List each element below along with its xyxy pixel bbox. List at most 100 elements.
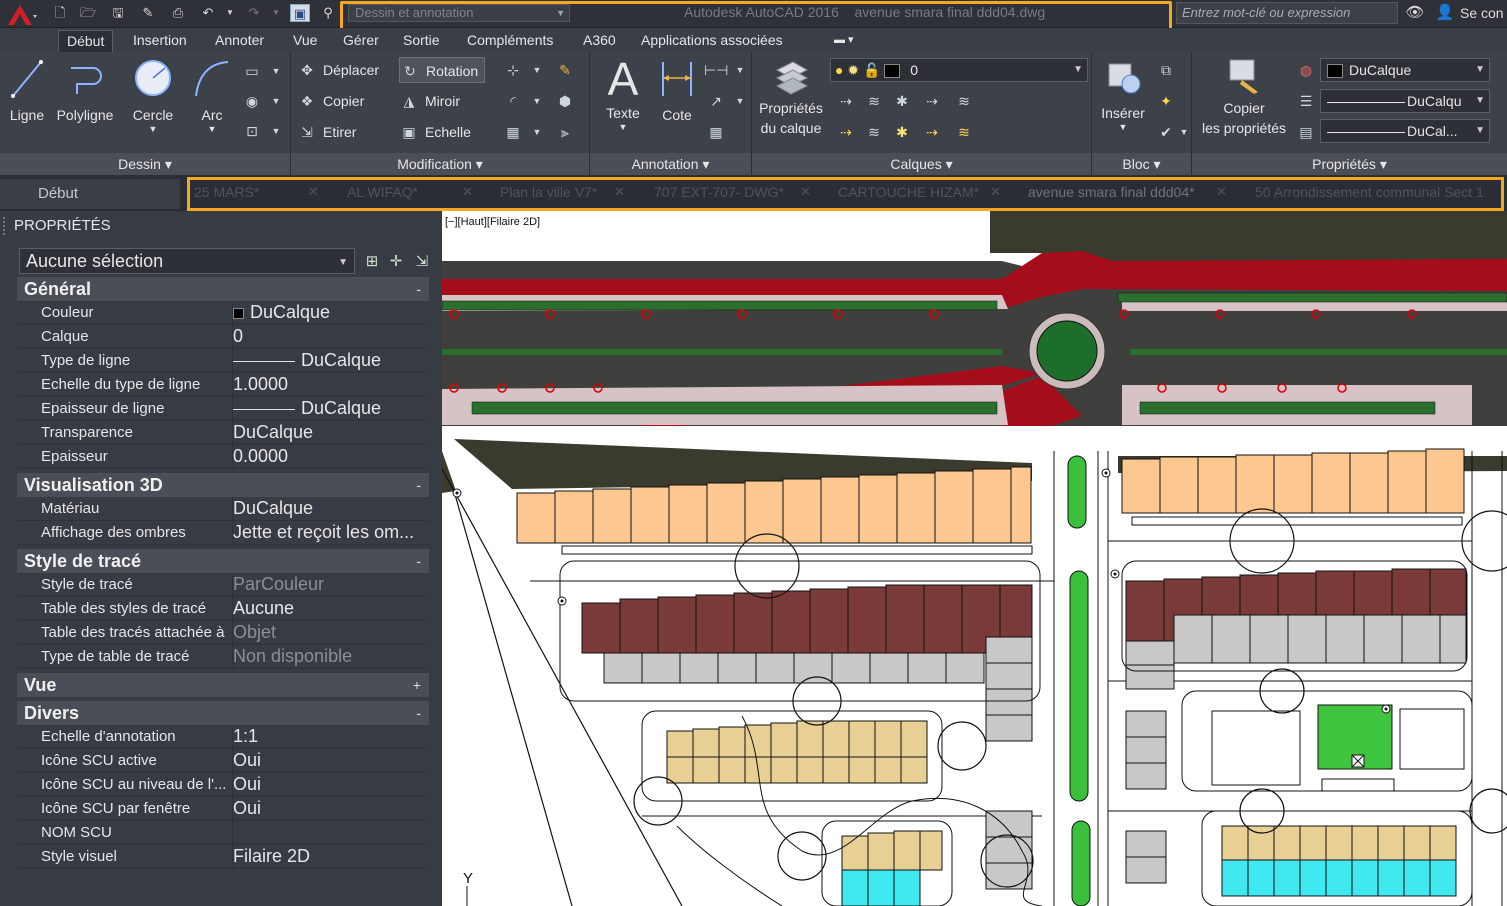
chevron-down-icon[interactable]: ▼ (598, 122, 648, 132)
undo-dropdown-icon[interactable]: ▼ (220, 4, 240, 22)
property-value[interactable]: 0.0000 (232, 445, 429, 468)
group-calques-label[interactable]: Calques ▾ (752, 153, 1091, 175)
linetype-icon[interactable]: ☰ (1294, 90, 1318, 112)
tab-debut[interactable]: Début (58, 30, 114, 52)
file-tab[interactable]: CARTOUCHE HIZAM* (838, 184, 979, 200)
file-tab[interactable]: Plan la ville V7* (500, 184, 597, 200)
property-row[interactable]: Style visuel Filaire 2D (17, 845, 429, 869)
layer-tool-7-icon[interactable]: ≋ (862, 121, 886, 143)
property-value[interactable]: Aucune (232, 597, 429, 620)
close-icon[interactable]: ✕ (800, 184, 811, 200)
group-modification-label[interactable]: Modification ▾ (291, 153, 589, 175)
file-tab-active[interactable]: avenue smara final ddd04* (1028, 184, 1195, 200)
property-value[interactable]: 0 (232, 325, 429, 348)
chevron-down-icon[interactable]: ▼ (264, 90, 288, 112)
property-value[interactable]: 1.0000 (232, 373, 429, 396)
line-button[interactable]: Ligne (4, 56, 50, 124)
property-row[interactable]: Icône SCU par fenêtre Oui (17, 797, 429, 821)
text-button[interactable]: A Texte ▼ (598, 54, 648, 132)
property-row[interactable]: Icône SCU au niveau de l'... Oui (17, 773, 429, 797)
hatch-icon[interactable]: ◉ (240, 90, 264, 112)
section-general[interactable]: Général - (17, 277, 429, 301)
ribbon-minimize-icon[interactable]: ▬ ▾ (826, 30, 862, 52)
layer-tool-1-icon[interactable]: ⇢ (834, 90, 858, 112)
property-row[interactable]: Echelle d'annotation 1:1 (17, 725, 429, 749)
property-row[interactable]: Affichage des ombres Jette et reçoit les … (17, 521, 429, 545)
file-tab-start[interactable]: Début (0, 179, 180, 209)
tab-sortie[interactable]: Sortie (395, 30, 448, 52)
file-tab[interactable]: 25 MARS* (194, 184, 259, 200)
section-style-de-trace[interactable]: Style de tracé - (17, 549, 429, 573)
tab-gerer[interactable]: Gérer (335, 30, 387, 52)
layer-tool-4-icon[interactable]: ⇢ (920, 90, 944, 112)
linetype-dropdown[interactable]: DuCalqu ▼ (1320, 89, 1490, 113)
color-dropdown[interactable]: DuCalque ▼ (1320, 58, 1490, 82)
property-row[interactable]: Icône SCU active Oui (17, 749, 429, 773)
section-vue[interactable]: Vue + (17, 673, 429, 697)
redo-icon[interactable]: ↷ (244, 4, 264, 22)
undo-icon[interactable]: ↶ (198, 4, 218, 22)
fillet-icon[interactable]: ◜ (501, 90, 525, 112)
property-row[interactable]: Transparence DuCalque (17, 421, 429, 445)
property-value[interactable]: Oui (232, 797, 429, 820)
edit-block-icon[interactable]: ✦ (1154, 90, 1178, 112)
dimension-button[interactable]: Cote (652, 56, 702, 124)
chevron-down-icon[interactable]: ▼ (525, 90, 549, 112)
property-row[interactable]: Table des tracés attachée à Objet (17, 621, 429, 645)
rotate-button[interactable]: ↻ Rotation (399, 57, 486, 83)
copy-button[interactable]: ❖ Copier (297, 88, 365, 114)
property-row[interactable]: Couleur DuCalque (17, 301, 429, 325)
chevron-down-icon[interactable]: ▼ (264, 120, 288, 142)
mirror-button[interactable]: ◮ Miroir (399, 88, 460, 114)
toggle-pickadd-icon[interactable]: ⊞ (362, 252, 382, 272)
collapse-icon[interactable]: - (416, 701, 421, 725)
drawing-canvas[interactable]: [−][Haut][Filaire 2D] Y (442, 211, 1507, 906)
arc-button[interactable]: Arc ▼ (188, 56, 236, 134)
layer-dropdown[interactable]: ● ✹ 🔓 0 ▼ (830, 58, 1088, 82)
collapse-icon[interactable]: - (416, 277, 421, 301)
close-icon[interactable]: ✕ (1216, 184, 1227, 200)
property-row[interactable]: NOM SCU (17, 821, 429, 845)
share-icon[interactable]: ▣ (290, 4, 310, 22)
workspace-dropdown[interactable]: Dessin et annotation ▼ (348, 4, 570, 22)
trim-icon[interactable]: ⊹ (501, 59, 525, 81)
collapse-icon[interactable]: - (416, 549, 421, 573)
file-tab[interactable]: AL WIFAQ* (347, 184, 418, 200)
layer-tool-8-icon[interactable]: ✱ (890, 121, 914, 143)
property-row[interactable]: Epaisseur 0.0000 (17, 445, 429, 469)
property-value[interactable]: Filaire 2D (232, 845, 429, 868)
section-divers[interactable]: Divers - (17, 701, 429, 725)
tab-insertion[interactable]: Insertion (125, 30, 195, 52)
section-visualisation-3d[interactable]: Visualisation 3D - (17, 473, 429, 497)
property-value[interactable] (232, 821, 429, 844)
insert-block-button[interactable]: Insérer ▼ (1096, 56, 1150, 132)
property-value[interactable]: DuCalque (232, 349, 429, 372)
close-icon[interactable]: ✕ (462, 184, 473, 200)
offset-icon[interactable]: ⫸ (553, 121, 577, 143)
tab-complements[interactable]: Compléments (459, 30, 561, 52)
create-block-icon[interactable]: ⧉ (1154, 59, 1178, 81)
tab-applications-associees[interactable]: Applications associées (633, 30, 791, 52)
chevron-down-icon[interactable]: ▼ (264, 60, 288, 82)
polyline-button[interactable]: Polyligne (52, 56, 118, 124)
binoculars-icon[interactable]: 👁 (1404, 3, 1426, 23)
qat-customize-icon[interactable]: ⚲ (318, 4, 338, 22)
circle-button[interactable]: Cercle ▼ (124, 56, 182, 134)
leader-icon[interactable]: ↗ (704, 90, 728, 112)
search-input[interactable]: Entrez mot-clé ou expression (1176, 2, 1398, 24)
open-folder-icon[interactable]: 🗁 (78, 4, 98, 22)
layer-tool-5-icon[interactable]: ≋ (952, 90, 976, 112)
property-row[interactable]: Epaisseur de ligne DuCalque (17, 397, 429, 421)
save-as-icon[interactable]: ✎ (138, 4, 158, 22)
chevron-down-icon[interactable]: ▼ (728, 90, 752, 112)
property-value[interactable]: DuCalque (232, 421, 429, 444)
chevron-down-icon[interactable]: ▼ (188, 124, 236, 134)
property-value[interactable]: DuCalque (232, 397, 429, 420)
palette-grip-icon[interactable] (3, 217, 7, 235)
group-annotation-label[interactable]: Annotation ▾ (590, 153, 751, 175)
layer-tool-6-icon[interactable]: ⇢ (834, 121, 858, 143)
file-tab[interactable]: 707 EXT-707- DWG* (654, 184, 784, 200)
close-icon[interactable]: ✕ (614, 184, 625, 200)
lineweight-dropdown[interactable]: DuCal... ▼ (1320, 119, 1490, 143)
close-icon[interactable]: ✕ (308, 184, 319, 200)
